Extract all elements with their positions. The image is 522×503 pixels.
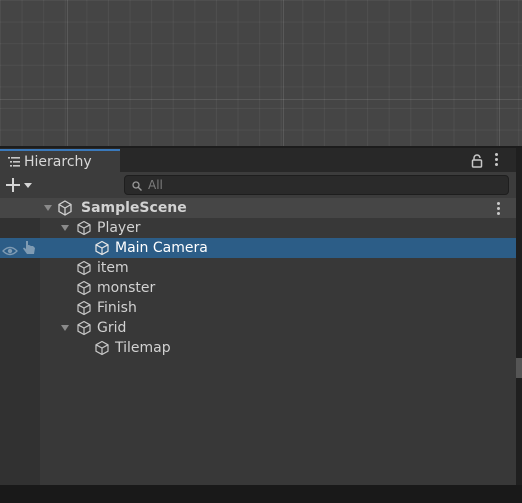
expand-arrow-icon[interactable]	[44, 205, 52, 211]
search-field[interactable]	[124, 175, 509, 195]
cube-icon	[76, 300, 92, 316]
grid-line	[499, 0, 500, 147]
scrollbar-thumb[interactable]	[516, 358, 522, 378]
cube-icon	[76, 220, 92, 236]
hierarchy-toolbar	[0, 172, 516, 198]
tree-item-label: Finish	[97, 300, 137, 316]
tree-item-label: Player	[97, 220, 141, 236]
eye-icon[interactable]	[2, 242, 18, 256]
hand-pointer-icon[interactable]	[22, 240, 36, 256]
scrollbar-track[interactable]	[516, 148, 522, 485]
expand-arrow-icon[interactable]	[61, 225, 69, 231]
tab-bar: Hierarchy	[0, 148, 516, 172]
tree-item-label: Grid	[97, 320, 127, 336]
search-icon	[132, 176, 142, 195]
tree-item-finish[interactable]: Finish	[0, 298, 516, 318]
cube-icon	[94, 340, 110, 356]
tree-item-label: Main Camera	[115, 240, 208, 256]
scene-row[interactable]: SampleScene	[0, 198, 516, 218]
hierarchy-tree[interactable]: SampleScene Player Main Camera item mons…	[0, 198, 516, 485]
tree-item-grid[interactable]: Grid	[0, 318, 516, 338]
status-bar	[0, 485, 522, 503]
tree-item-label: item	[97, 260, 129, 276]
create-button[interactable]	[6, 176, 40, 194]
grid-line	[67, 0, 68, 147]
more-options-icon[interactable]	[497, 202, 500, 217]
grid-line	[283, 0, 284, 147]
tab-hierarchy[interactable]: Hierarchy	[0, 149, 120, 172]
expand-arrow-icon[interactable]	[61, 325, 69, 331]
search-input[interactable]	[148, 178, 488, 192]
grid-line	[0, 99, 522, 100]
tree-item-tilemap[interactable]: Tilemap	[0, 338, 516, 358]
tree-item-player[interactable]: Player	[0, 218, 516, 238]
cube-icon	[76, 260, 92, 276]
tab-label: Hierarchy	[24, 153, 92, 170]
cube-icon	[94, 240, 110, 256]
list-icon	[8, 152, 20, 171]
tree-item-main-camera[interactable]: Main Camera	[0, 238, 516, 258]
tree-item-item[interactable]: item	[0, 258, 516, 278]
cube-icon	[76, 280, 92, 296]
plus-icon	[6, 178, 20, 192]
scene-name: SampleScene	[81, 200, 187, 216]
scene-view[interactable]	[0, 0, 522, 147]
tree-item-label: Tilemap	[115, 340, 171, 356]
tree-item-label: monster	[97, 280, 156, 296]
tree-item-monster[interactable]: monster	[0, 278, 516, 298]
unity-logo-icon	[57, 200, 73, 216]
lock-icon[interactable]	[471, 153, 483, 168]
cube-icon	[76, 320, 92, 336]
chevron-down-icon	[24, 182, 32, 188]
more-options-icon[interactable]	[495, 153, 498, 168]
